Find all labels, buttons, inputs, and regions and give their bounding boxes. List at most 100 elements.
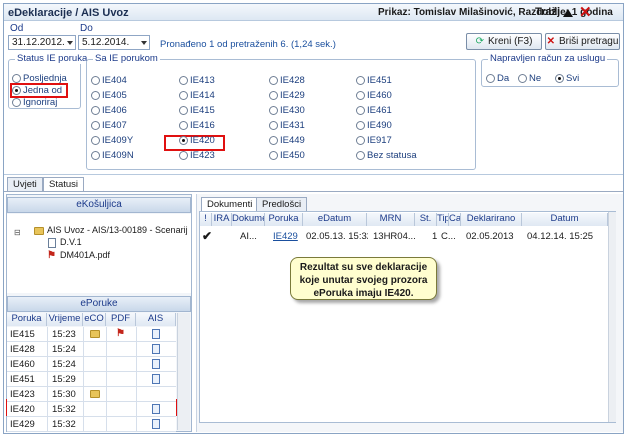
ie-option-ie451[interactable]: IE451 bbox=[356, 75, 392, 86]
ie-option-ie449[interactable]: IE449 bbox=[269, 135, 305, 146]
tree-collapse-icon[interactable]: ⊟ bbox=[14, 228, 21, 237]
ie-option-ie420[interactable]: IE420 bbox=[179, 135, 215, 146]
ie-option-ie413[interactable]: IE413 bbox=[179, 75, 215, 86]
doc-header-9[interactable]: Deklarirano bbox=[461, 213, 522, 226]
doc-header-7[interactable]: Tip bbox=[437, 213, 449, 226]
ie-option-ie461-circle[interactable] bbox=[356, 106, 365, 115]
invoice-option-2-circle[interactable] bbox=[555, 74, 564, 83]
invoice-option-0-circle[interactable] bbox=[486, 74, 495, 83]
ie-option-ie917[interactable]: IE917 bbox=[356, 135, 392, 146]
ie-option-ie406[interactable]: IE406 bbox=[91, 105, 127, 116]
ie-option-ie460[interactable]: IE460 bbox=[356, 90, 392, 101]
ie-option-ie406-circle[interactable] bbox=[91, 106, 100, 115]
tree-child-dv1[interactable]: D.V.1 bbox=[60, 236, 82, 249]
ie-option-ie407-circle[interactable] bbox=[91, 121, 100, 130]
clear-search-button[interactable]: ✕ Briši pretragu bbox=[545, 33, 620, 50]
ie-option-bez-statusa[interactable]: Bez statusa bbox=[356, 150, 417, 161]
ie-option-ie404[interactable]: IE404 bbox=[91, 75, 127, 86]
tab-dokumenti[interactable]: Dokumenti bbox=[201, 197, 259, 211]
ie-option-ie416-circle[interactable] bbox=[179, 121, 188, 130]
ie-option-ie431[interactable]: IE431 bbox=[269, 120, 305, 131]
ie-option-ie450-circle[interactable] bbox=[269, 151, 278, 160]
eporuke-scrollbar[interactable] bbox=[177, 313, 190, 430]
eporuke-header-1[interactable]: Vrijeme bbox=[47, 313, 83, 326]
tab-statusi[interactable]: Statusi bbox=[43, 177, 85, 191]
ie-option-ie423-circle[interactable] bbox=[179, 151, 188, 160]
ie-option-ie409y[interactable]: IE409Y bbox=[91, 135, 133, 146]
ie-option-ie461[interactable]: IE461 bbox=[356, 105, 392, 116]
ie-option-ie460-circle[interactable] bbox=[356, 91, 365, 100]
ie-option-ie413-circle[interactable] bbox=[179, 76, 188, 85]
ie-option-ie415-circle[interactable] bbox=[179, 106, 188, 115]
doc-header-4[interactable]: eDatum bbox=[303, 213, 367, 226]
doc-header-5[interactable]: MRN bbox=[367, 213, 415, 226]
collapse-arrow-icon[interactable] bbox=[563, 9, 573, 17]
ie-option-bez-statusa-circle[interactable] bbox=[356, 151, 365, 160]
ie-option-ie917-circle[interactable] bbox=[356, 136, 365, 145]
doc-poruka-link[interactable]: IE429 bbox=[273, 230, 298, 243]
eporuke-header-4[interactable]: AIS bbox=[136, 313, 176, 326]
ie-option-ie428[interactable]: IE428 bbox=[269, 75, 305, 86]
ie-option-ie407[interactable]: IE407 bbox=[91, 120, 127, 131]
ais-document-icon[interactable] bbox=[152, 419, 160, 429]
invoice-option-0[interactable]: Da bbox=[486, 73, 509, 84]
ie-option-ie409n[interactable]: IE409N bbox=[91, 150, 134, 161]
doc-header-0[interactable]: ! bbox=[200, 213, 212, 226]
status-option-0[interactable]: Posljednja bbox=[12, 73, 67, 84]
ie-option-ie415[interactable]: IE415 bbox=[179, 105, 215, 116]
tree-child-pdf[interactable]: DM401A.pdf bbox=[60, 249, 110, 262]
ie-option-ie420-circle[interactable] bbox=[179, 136, 188, 145]
ie-option-ie405[interactable]: IE405 bbox=[91, 90, 127, 101]
ie-option-ie414-circle[interactable] bbox=[179, 91, 188, 100]
invoice-option-1[interactable]: Ne bbox=[518, 73, 541, 84]
vertical-scrollbar[interactable] bbox=[608, 212, 616, 422]
do-date-field[interactable]: 5.12.2014. bbox=[78, 35, 150, 50]
ie-option-ie404-circle[interactable] bbox=[91, 76, 100, 85]
ie-option-ie430-circle[interactable] bbox=[269, 106, 278, 115]
ie-option-ie449-circle[interactable] bbox=[269, 136, 278, 145]
eporuke-header-2[interactable]: eCO bbox=[83, 313, 106, 326]
search-label[interactable]: Traži bbox=[535, 6, 560, 18]
ie-option-ie430[interactable]: IE430 bbox=[269, 105, 305, 116]
doc-header-2[interactable]: Dokument bbox=[232, 213, 265, 226]
pdf-icon[interactable]: ⚑ bbox=[116, 329, 125, 339]
ie-option-ie490-circle[interactable] bbox=[356, 121, 365, 130]
ie-option-ie409n-circle[interactable] bbox=[91, 151, 100, 160]
status-option-0-circle[interactable] bbox=[12, 74, 21, 83]
doc-header-6[interactable]: St. bbox=[415, 213, 437, 226]
ais-document-icon[interactable] bbox=[152, 374, 160, 384]
ie-option-ie429[interactable]: IE429 bbox=[269, 90, 305, 101]
doc-header-10[interactable]: Datum bbox=[522, 213, 608, 226]
kreni-button[interactable]: ⟳ Kreni (F3) bbox=[466, 33, 542, 50]
ie-option-ie428-circle[interactable] bbox=[269, 76, 278, 85]
doc-header-3[interactable]: Poruka bbox=[265, 213, 303, 226]
eco-folder-icon[interactable] bbox=[90, 390, 100, 398]
doc-header-8[interactable]: Carine bbox=[449, 213, 461, 226]
close-icon[interactable]: ✕ bbox=[579, 4, 592, 21]
ie-option-ie451-circle[interactable] bbox=[356, 76, 365, 85]
doc-header-1[interactable]: IRA bbox=[212, 213, 232, 226]
invoice-option-1-circle[interactable] bbox=[518, 74, 527, 83]
status-option-1[interactable]: Jedna od bbox=[12, 85, 62, 96]
invoice-option-2[interactable]: Svi bbox=[555, 73, 579, 84]
ie-option-ie429-circle[interactable] bbox=[269, 91, 278, 100]
eporuke-header-3[interactable]: PDF bbox=[106, 313, 136, 326]
tab-uvjeti[interactable]: Uvjeti bbox=[7, 177, 43, 191]
ie-option-ie423[interactable]: IE423 bbox=[179, 150, 215, 161]
ie-option-ie416[interactable]: IE416 bbox=[179, 120, 215, 131]
od-date-field[interactable]: 31.12.2012. bbox=[8, 35, 76, 50]
ie-option-ie431-circle[interactable] bbox=[269, 121, 278, 130]
ais-document-icon[interactable] bbox=[152, 344, 160, 354]
status-option-1-circle[interactable] bbox=[12, 86, 21, 95]
ais-document-icon[interactable] bbox=[152, 329, 160, 339]
eporuke-header-0[interactable]: Poruka bbox=[7, 313, 47, 326]
ie-option-ie405-circle[interactable] bbox=[91, 91, 100, 100]
ais-document-icon[interactable] bbox=[152, 359, 160, 369]
ie-option-ie490[interactable]: IE490 bbox=[356, 120, 392, 131]
status-option-2[interactable]: Ignoriraj bbox=[12, 97, 57, 108]
eco-folder-icon[interactable] bbox=[90, 330, 100, 338]
ie-option-ie409y-circle[interactable] bbox=[91, 136, 100, 145]
ais-document-icon[interactable] bbox=[152, 404, 160, 414]
ie-option-ie414[interactable]: IE414 bbox=[179, 90, 215, 101]
tab-predlosci[interactable]: Predlošci bbox=[256, 197, 308, 211]
